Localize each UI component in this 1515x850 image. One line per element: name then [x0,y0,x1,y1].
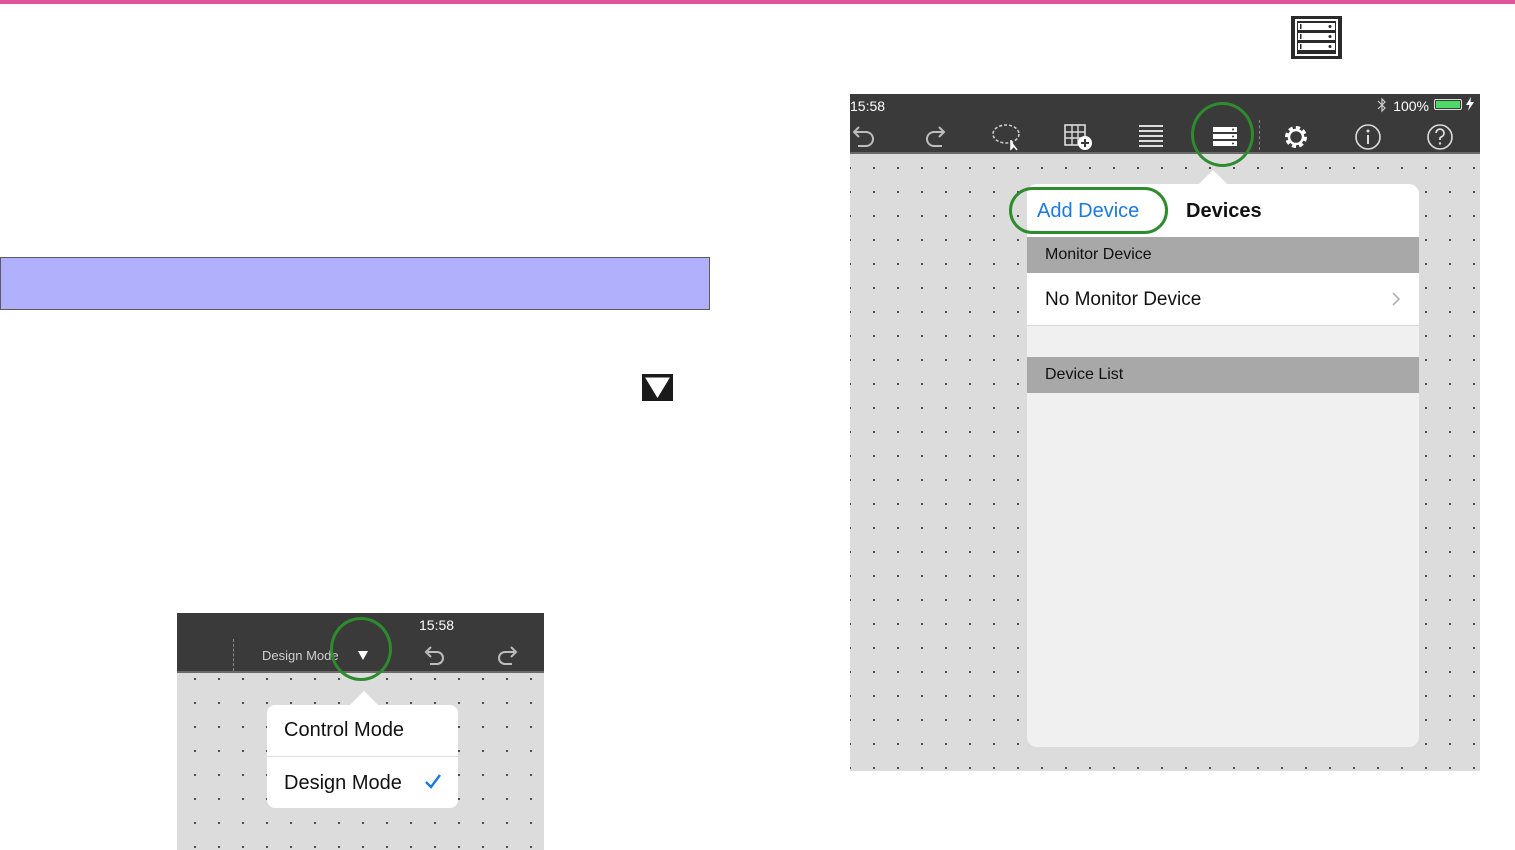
status-time: 15:58 [419,617,455,633]
highlight-circle [1191,102,1254,167]
toolbar-separator [1259,120,1260,150]
section-header-label: Monitor Device [1045,246,1152,263]
top-accent-line [0,0,1515,4]
mode-label: Design Mode [262,648,339,663]
menu-item-control-mode[interactable]: Control Mode [284,719,404,742]
device-rack-icon [1291,16,1342,59]
mode-menu: Control Mode Design Mode [267,705,458,808]
popover-arrow [350,691,378,705]
bluetooth-icon [1377,97,1386,113]
checkmark-icon [425,774,441,789]
dropdown-triangle-icon [642,374,673,401]
menu-divider [267,756,458,757]
list-icon[interactable] [1137,122,1165,150]
section-header-label: Device List [1045,366,1124,383]
battery-percent: 100% [1393,98,1429,114]
highlight-banner [0,257,710,310]
highlight-pill [1009,187,1168,234]
devices-popover: Add Device Devices Monitor Device No Mon… [1027,184,1419,747]
redo-icon[interactable] [495,643,521,669]
section-header-device-list: Device List [1027,357,1419,393]
monitor-device-row[interactable]: No Monitor Device [1027,273,1419,326]
toolbar: 15:58 100% [850,94,1480,154]
toolbar-separator [233,639,234,671]
charging-bolt-icon [1466,97,1474,111]
popover-title: Devices [1186,200,1262,222]
device-list-screenshot: 15:58 100% Add Device Devices Monitor De… [850,94,1480,771]
undo-icon[interactable] [850,122,878,150]
menu-item-design-mode[interactable]: Design Mode [284,772,402,795]
info-icon[interactable] [1353,122,1383,152]
add-grid-icon[interactable] [1063,122,1095,152]
undo-icon[interactable] [421,643,447,669]
redo-icon[interactable] [922,122,950,150]
lasso-select-icon[interactable] [991,122,1023,152]
battery-icon [1434,99,1462,110]
highlight-circle [330,617,392,681]
settings-gear-icon[interactable] [1281,122,1311,152]
status-time: 15:58 [850,98,886,114]
chevron-right-icon [1392,292,1401,306]
section-header-monitor: Monitor Device [1027,237,1419,273]
monitor-device-value: No Monitor Device [1045,289,1202,310]
mode-menu-screenshot: 15:58 Design Mode Control Mode Design Mo… [177,613,544,850]
help-icon[interactable] [1425,122,1455,152]
